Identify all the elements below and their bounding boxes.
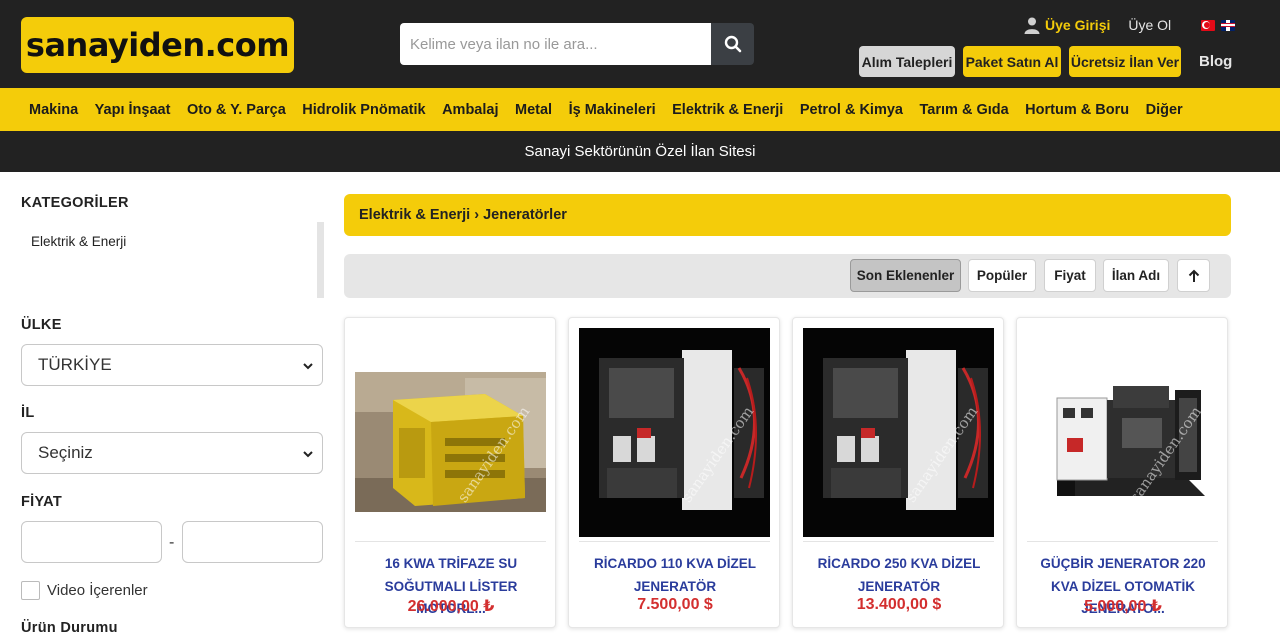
chevron-down-icon (303, 363, 313, 370)
categories-heading: KATEGORİLER (21, 195, 129, 211)
category-link[interactable]: Hortum & Boru (1025, 102, 1129, 118)
login-link[interactable]: Üye Girişi (1024, 17, 1110, 34)
min-price-input[interactable] (21, 521, 162, 563)
category-link[interactable]: Oto & Y. Parça (187, 102, 286, 118)
category-list: Elektrik & Enerji (21, 222, 324, 298)
site-header: sanayiden.com Üye Girişi Üye Ol Alım Tal… (0, 0, 1280, 88)
card-divider (355, 541, 546, 542)
listing-image[interactable]: sanayiden.com (803, 328, 994, 537)
turkish-flag-icon[interactable] (1201, 19, 1216, 31)
blog-link[interactable]: Blog (1199, 53, 1232, 70)
language-switcher (1201, 19, 1236, 31)
register-link[interactable]: Üye Ol (1128, 17, 1171, 33)
video-checkbox-label: Video İçerenler (47, 582, 148, 599)
card-divider (579, 541, 770, 542)
listing-price: 5.000,00 ₺ (1084, 598, 1162, 615)
category-list-item[interactable]: Elektrik & Enerji (31, 234, 126, 249)
search-icon (724, 35, 741, 53)
listing-image[interactable]: sanayiden.com (355, 328, 546, 537)
listing-card[interactable]: sanayiden.com GÜÇBİR JENERATOR 220 KVA D… (1016, 317, 1228, 628)
user-icon (1024, 17, 1040, 34)
price-separator: - (169, 534, 175, 551)
search-input[interactable] (400, 23, 711, 65)
login-label: Üye Girişi (1045, 17, 1111, 33)
listing-price: 7.500,00 $ (637, 596, 713, 613)
category-list-scrollbar[interactable] (317, 222, 324, 298)
site-logo[interactable]: sanayiden.com (21, 17, 294, 73)
max-price-input[interactable] (182, 521, 323, 563)
free-listing-button[interactable]: Ücretsiz İlan Ver (1069, 46, 1181, 77)
card-divider (803, 541, 994, 542)
search-button[interactable] (711, 23, 754, 65)
category-link[interactable]: Petrol & Kimya (800, 102, 903, 118)
city-select[interactable]: Seçiniz (21, 432, 323, 474)
search-bar (400, 23, 754, 65)
header-action-buttons: Alım Talepleri Paket Satın Al Ücretsiz İ… (859, 46, 1232, 77)
breadcrumb: Elektrik & Enerji › Jeneratörler (344, 194, 1231, 236)
card-divider (1027, 541, 1218, 542)
category-nav: Makina Yapı İnşaat Oto & Y. Parça Hidrol… (0, 88, 1280, 131)
chevron-down-icon (303, 451, 313, 458)
country-select[interactable]: TÜRKİYE (21, 344, 323, 386)
city-select-value: Seçiniz (38, 443, 93, 462)
category-link[interactable]: Yapı İnşaat (95, 102, 171, 118)
listing-card[interactable]: sanayiden.com RİCARDO 250 KVA DİZEL JENE… (792, 317, 1004, 628)
purchase-requests-button[interactable]: Alım Talepleri (859, 46, 955, 77)
listing-card[interactable]: sanayiden.com 16 KWA TRİFAZE SU SOĞUTMAL… (344, 317, 556, 628)
listing-image[interactable]: sanayiden.com (579, 328, 770, 537)
listing-image[interactable]: sanayiden.com (1027, 328, 1218, 537)
sort-bar: Son Eklenenler Popüler Fiyat İlan Adı (344, 254, 1231, 298)
buy-package-button[interactable]: Paket Satın Al (963, 46, 1061, 77)
category-link[interactable]: Makina (29, 102, 78, 118)
city-heading: İL (21, 405, 35, 421)
category-link[interactable]: Hidrolik Pnömatik (302, 102, 425, 118)
sort-popular-button[interactable]: Popüler (968, 259, 1036, 292)
english-flag-icon[interactable] (1221, 19, 1236, 31)
country-heading: ÜLKE (21, 317, 62, 333)
listing-card[interactable]: sanayiden.com RİCARDO 110 KVA DİZEL JENE… (568, 317, 780, 628)
account-links: Üye Girişi Üye Ol (1024, 15, 1236, 35)
site-slogan: Sanayi Sektörünün Özel İlan Sitesi (0, 131, 1280, 172)
video-checkbox[interactable] (21, 581, 40, 600)
category-link[interactable]: Elektrik & Enerji (672, 102, 783, 118)
category-link[interactable]: İş Makineleri (569, 102, 656, 118)
country-select-value: TÜRKİYE (38, 355, 112, 374)
category-link[interactable]: Tarım & Gıda (920, 102, 1009, 118)
category-link[interactable]: Diğer (1146, 102, 1183, 118)
listing-price: 13.400,00 $ (856, 596, 942, 613)
listing-title[interactable]: RİCARDO 110 KVA DİZEL JENERATÖR (577, 553, 773, 598)
listing-title[interactable]: RİCARDO 250 KVA DİZEL JENERATÖR (801, 553, 997, 598)
arrow-up-icon (1188, 269, 1199, 282)
sort-direction-button[interactable] (1177, 259, 1210, 292)
price-heading: FİYAT (21, 494, 62, 510)
category-link[interactable]: Ambalaj (442, 102, 498, 118)
sort-price-button[interactable]: Fiyat (1044, 259, 1096, 292)
sort-name-button[interactable]: İlan Adı (1103, 259, 1169, 292)
condition-heading: Ürün Durumu (21, 620, 118, 636)
sort-newest-button[interactable]: Son Eklenenler (850, 259, 961, 292)
category-link[interactable]: Metal (515, 102, 552, 118)
listing-price: 26.000,00 ₺ (407, 598, 495, 615)
